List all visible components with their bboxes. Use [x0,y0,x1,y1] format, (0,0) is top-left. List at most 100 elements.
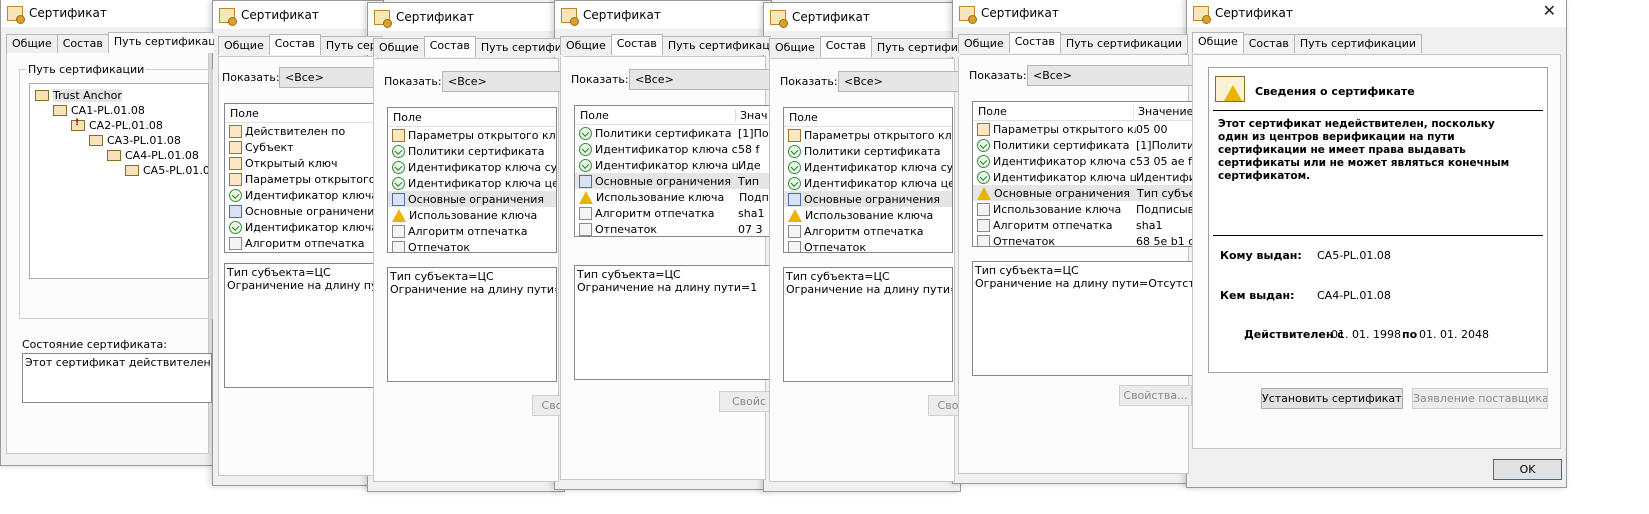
properties-button[interactable]: Свойства... [1119,385,1192,406]
tab-general[interactable]: Общие [218,36,270,55]
tab-details[interactable]: Состав [1242,34,1295,53]
issuer-statement-button[interactable]: Заявление поставщика [1412,388,1548,409]
list-item[interactable]: Основные ограничения [388,191,556,207]
properties-button[interactable]: Сво [928,395,960,416]
list-item[interactable]: Отпечаток [784,239,952,252]
tree-node[interactable]: CA3-PL.01.08 [89,132,181,148]
tab-details[interactable]: Состав [610,34,663,55]
list-item[interactable]: Алгоритм отпечатка [225,235,383,251]
tree-node[interactable]: CA2-PL.01.08 [71,117,163,133]
tab-certification-path[interactable]: Путь сертификации [870,38,960,57]
properties-button[interactable]: Свойс [719,391,771,412]
tree-node[interactable]: CA5-PL.01.0 [125,162,208,178]
tab-certification-path[interactable]: Путь сертификации [661,36,771,55]
list-item[interactable]: Идентификатор ключа су... [388,159,556,175]
valid-from-label: Действителен с [1244,328,1344,341]
show-combobox[interactable]: <Все> [1027,65,1194,86]
list-item[interactable]: Идентификатор ключа це... [784,175,952,191]
list-item[interactable]: Идентификатор ключа су...53 05 ae f [973,153,1194,169]
column-field[interactable]: Поле [784,111,818,124]
list-item[interactable]: Идентификатор ключа су [225,187,383,203]
list-item[interactable]: Использование ключа [388,207,556,223]
show-combobox[interactable]: <Все> [442,71,564,92]
tab-details[interactable]: Состав [1008,32,1061,53]
list-item[interactable]: Идентификатор ключа це...Иде [575,157,771,173]
title-bar[interactable]: Сертификат [1,0,214,27]
list-item[interactable]: Основные ограничения Тип субъе [973,185,1194,201]
tab-details[interactable]: Состав [268,34,321,55]
list-item[interactable]: Отпечаток 07 3 [575,221,771,236]
tab-general[interactable]: Общие [560,36,612,55]
title-bar[interactable]: Сертификат ✕ [1187,0,1566,27]
tab-details[interactable]: Состав [819,36,872,57]
column-value[interactable]: Знач [735,108,767,122]
list-item[interactable]: Алгоритм отпечатка [784,223,952,239]
title-bar[interactable]: Сертификат [368,3,564,31]
fields-list[interactable]: Поле Значение Параметры открытого кл... 0… [972,101,1194,247]
column-field[interactable]: Поле [973,105,1133,118]
list-item[interactable]: Отпечаток [388,239,556,252]
list-item[interactable]: Идентификатор ключа су...58 f [575,141,771,157]
tab-certification-path[interactable]: Путь сертификации [1059,34,1189,53]
list-item[interactable]: Параметры открытого кл [225,171,383,187]
list-item[interactable]: Открытый ключ [225,155,383,171]
tab-certification-path[interactable]: Путь сертификации [107,32,214,53]
show-combobox[interactable]: <Все> [279,67,383,88]
tree-node[interactable]: Trust Anchor [35,87,122,103]
column-field[interactable]: Поле [388,111,422,124]
show-combobox[interactable]: <Все> [838,71,960,92]
list-item[interactable]: Алгоритм отпечатка sha1 [973,217,1194,233]
fields-list[interactable]: Поле Параметры открытого кл... Политики … [387,107,557,253]
list-item[interactable]: Использование ключа Подп [575,189,771,205]
list-item[interactable]: Политики сертификата [1]Полити [973,137,1194,153]
fields-list[interactable]: Поле Действителен по Субъект Открытый кл… [224,103,383,253]
tab-details[interactable]: Состав [423,36,476,57]
list-item[interactable]: Идентификатор ключа це...Идентифи [973,169,1194,185]
extension-icon [229,204,242,218]
list-item[interactable]: Идентификатор ключа це... [388,175,556,191]
list-item[interactable]: Основные ограничения [225,203,383,219]
list-item[interactable]: Идентификатор ключа це [225,219,383,235]
column-field[interactable]: Поле [225,107,259,120]
fields-list[interactable]: Поле Знач Политики сертификата [1]По Иден… [574,105,771,237]
list-item[interactable]: Основные ограничения Тип [575,173,771,189]
close-icon[interactable]: ✕ [1543,3,1556,19]
list-item[interactable]: Субъект [225,139,383,155]
column-value[interactable]: Значение [1133,104,1193,118]
tab-general[interactable]: Общие [6,34,58,53]
list-item[interactable]: Политики сертификата [1]По [575,125,771,141]
list-item[interactable]: Отпечаток 68 5e b1 c [973,233,1194,246]
list-item[interactable]: Использование ключа [784,207,952,223]
list-item[interactable]: Алгоритм отпечатка sha1 [575,205,771,221]
list-item[interactable]: Параметры открытого кл... 05 00 [973,121,1194,137]
tab-strip: Общие Состав Путь сертификации [764,36,960,58]
fields-list[interactable]: Поле Параметры открытого кл... Политики … [783,107,953,253]
list-item[interactable]: Политики сертификата [388,143,556,159]
tree-node[interactable]: CA4-PL.01.08 [107,147,199,163]
list-item[interactable]: Параметры открытого кл... [784,127,952,143]
list-item[interactable]: Использование ключа Подписыв [973,201,1194,217]
title-bar[interactable]: Сертификат [764,3,960,31]
tab-certification-path[interactable]: Путь сертификации [1293,34,1423,53]
title-bar[interactable]: Сертификат [953,0,1194,27]
tab-certification-path[interactable]: Путь сертификации [474,38,564,57]
install-certificate-button[interactable]: Установить сертификат... [1261,388,1403,409]
tree-node[interactable]: CA1-PL.01.08 [53,102,145,118]
list-item[interactable]: Параметры открытого кл... [388,127,556,143]
list-item[interactable]: Алгоритм отпечатка [388,223,556,239]
list-item[interactable]: Действителен по [225,123,383,139]
path-tree[interactable]: Trust Anchor CA1-PL.01.08 CA2-PL.01.08 C… [29,83,209,279]
tab-details[interactable]: Состав [56,34,109,53]
list-item[interactable]: Политики сертификата [784,143,952,159]
tab-general[interactable]: Общие [769,38,821,57]
list-item[interactable]: Основные ограничения [784,191,952,207]
tab-general[interactable]: Общие [958,34,1010,53]
title-bar[interactable]: Сертификат [555,1,771,29]
column-field[interactable]: Поле [575,109,735,122]
list-item[interactable]: Идентификатор ключа су... [784,159,952,175]
title-bar[interactable]: Сертификат [213,1,383,29]
tab-general[interactable]: Общие [373,38,425,57]
tab-general[interactable]: Общие [1192,32,1244,53]
show-combobox[interactable]: <Все> [629,69,771,90]
ok-button[interactable]: OK [1493,459,1562,480]
